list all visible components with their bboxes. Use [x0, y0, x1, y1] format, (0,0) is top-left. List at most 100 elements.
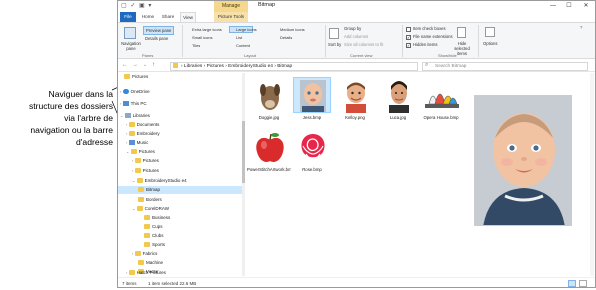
- layout-details[interactable]: Details: [273, 34, 297, 41]
- title-bar: [118, 1, 595, 12]
- nav-item-hatch-pictures[interactable]: › Hatch Pictures: [126, 269, 166, 277]
- folder-icon: [128, 270, 135, 275]
- details-pane-button[interactable]: Details pane: [145, 36, 168, 41]
- nav-item-pictures[interactable]: › Pictures: [132, 167, 159, 175]
- add-columns-button[interactable]: Add columns: [344, 34, 368, 39]
- nav-item-onedrive[interactable]: › OneDrive: [120, 88, 150, 96]
- folder-icon: [144, 224, 150, 229]
- nav-item-bitmap[interactable]: Bitmap: [118, 186, 242, 194]
- search-input[interactable]: Search Bitmap: [422, 62, 588, 71]
- layout-medium-icons[interactable]: Medium icons: [273, 26, 305, 33]
- nav-item-machine[interactable]: Machine: [138, 259, 163, 267]
- item-count: 7 items: [122, 281, 137, 286]
- sort-by-icon[interactable]: [329, 28, 339, 39]
- folder-icon: [134, 158, 141, 163]
- nav-item[interactable]: Pictures: [124, 73, 148, 81]
- tab-home[interactable]: Home: [140, 12, 156, 22]
- status-bar: 7 items 1 item selected 22.6 MB: [118, 277, 595, 287]
- tab-file[interactable]: File: [120, 12, 136, 22]
- divider: [182, 25, 183, 57]
- sort-by-button[interactable]: Sort by: [328, 42, 341, 47]
- layout-small-icons[interactable]: Small icons: [185, 34, 212, 41]
- nav-item-pictures[interactable]: ⌄ Pictures: [126, 148, 155, 156]
- folder-icon: [144, 242, 150, 247]
- selection-info: 1 item selected 22.6 MB: [148, 281, 197, 286]
- address-bar[interactable]: › Libraries › Pictures › EmbroideryStudi…: [170, 62, 418, 71]
- divider: [478, 25, 479, 57]
- quick-access-toolbar[interactable]: ▢ ✓ ▣ ▾: [121, 2, 152, 9]
- file-name-extensions-checkbox[interactable]: ✓: [406, 35, 411, 40]
- layout-list[interactable]: List: [229, 34, 253, 41]
- tab-picture-tools[interactable]: Picture Tools: [214, 12, 248, 22]
- callout-text: Naviguer dans la structure des dossiers …: [0, 88, 113, 148]
- details-view-icon[interactable]: [579, 280, 587, 287]
- callout-line: structure des dossiers: [28, 101, 113, 111]
- library-icon: [124, 113, 131, 118]
- nav-item-this-pc[interactable]: › This PC: [120, 100, 147, 108]
- file-item-jess[interactable]: [293, 77, 331, 113]
- nav-item-clubs[interactable]: Clubs: [144, 232, 164, 240]
- hidden-items-checkbox[interactable]: ✓: [406, 43, 411, 48]
- folder-icon: [136, 206, 143, 211]
- nav-item-coreldraw[interactable]: ⌄ CorelDRAW: [132, 205, 169, 213]
- tab-share[interactable]: Share: [160, 12, 176, 22]
- nav-item-cups[interactable]: Cups: [144, 223, 163, 231]
- hide-selected-icon[interactable]: [457, 27, 466, 38]
- nav-item-fabrics[interactable]: › Fabrics: [132, 250, 157, 258]
- search-placeholder: Search Bitmap: [435, 64, 467, 69]
- up-arrow-icon[interactable]: ↑: [152, 62, 155, 68]
- nav-scrollbar-thumb[interactable]: [242, 121, 245, 183]
- folder-icon: [130, 149, 137, 154]
- file-name: Opera House.bmp: [423, 115, 459, 120]
- content-scrollbar[interactable]: [590, 73, 594, 276]
- file-item-doggie[interactable]: [250, 77, 288, 113]
- back-arrow-icon[interactable]: ←: [122, 62, 128, 68]
- navigation-pane-icon[interactable]: [124, 27, 136, 39]
- navigation-pane-button[interactable]: Navigation pane: [120, 41, 142, 51]
- group-by-button[interactable]: Group by: [344, 26, 361, 31]
- explorer-window: ▢ ✓ ▣ ▾ Manage Bitmap — ☐ ✕ File Home Sh…: [117, 0, 596, 288]
- file-name: Doggie.jpg: [258, 115, 280, 120]
- layout-tiles[interactable]: Tiles: [185, 42, 209, 49]
- nav-item-business[interactable]: Business: [144, 214, 170, 222]
- recent-locations-icon[interactable]: ⌄: [143, 62, 147, 68]
- minimize-button[interactable]: —: [546, 1, 560, 12]
- folder-icon: [136, 178, 143, 183]
- file-item-kelloy[interactable]: [336, 77, 374, 113]
- nav-item-documents[interactable]: › Documents: [126, 121, 159, 129]
- folder-icon: [134, 168, 141, 173]
- file-item-opera-house[interactable]: [422, 77, 460, 113]
- layout-extra-large-icons[interactable]: Extra large icons: [185, 26, 222, 33]
- tab-view[interactable]: View: [180, 12, 196, 22]
- man-thumbnail: [389, 81, 409, 113]
- layout-large-icons[interactable]: Large icons: [229, 26, 257, 33]
- nav-item-borders[interactable]: Borders: [138, 196, 162, 204]
- file-item-luca[interactable]: [379, 77, 417, 113]
- nav-item-sports[interactable]: Sports: [144, 241, 165, 249]
- file-item-powerstitch[interactable]: [250, 129, 288, 165]
- nav-item-embroidery[interactable]: › Embroidery: [126, 130, 160, 138]
- callout-line: via l'arbre de: [64, 113, 113, 123]
- file-item-rose[interactable]: [293, 129, 331, 165]
- show-hide-group-label: Show/hide: [438, 53, 457, 58]
- nav-item-music[interactable]: › Music: [126, 139, 148, 147]
- nav-item-libraries[interactable]: ⌄ Libraries: [120, 112, 150, 120]
- options-button[interactable]: Options: [483, 41, 497, 46]
- item-check-boxes-checkbox[interactable]: [406, 27, 411, 32]
- maximize-button[interactable]: ☐: [562, 1, 576, 12]
- callout-line: navigation ou la barre: [30, 125, 113, 135]
- navigation-pane[interactable]: Pictures › OneDrive › This PC ⌄ Librarie…: [118, 73, 242, 276]
- options-icon[interactable]: [485, 27, 495, 37]
- nav-item-embroiderystudio[interactable]: ⌄ EmbroideryStudio e4: [132, 177, 187, 185]
- close-button[interactable]: ✕: [579, 1, 593, 12]
- folder-icon: [134, 251, 141, 256]
- large-icons-view-icon[interactable]: [568, 280, 576, 287]
- nav-item-pictures[interactable]: › Pictures: [132, 157, 159, 165]
- layout-content[interactable]: Content: [229, 42, 253, 49]
- preview-pane-button[interactable]: Preview pane: [143, 26, 175, 35]
- size-all-columns-button[interactable]: Size all columns to fit: [344, 42, 383, 47]
- divider: [402, 25, 403, 57]
- manage-context-tab[interactable]: Manage: [214, 1, 248, 12]
- forward-arrow-icon[interactable]: →: [132, 62, 138, 68]
- help-icon[interactable]: ?: [580, 25, 582, 30]
